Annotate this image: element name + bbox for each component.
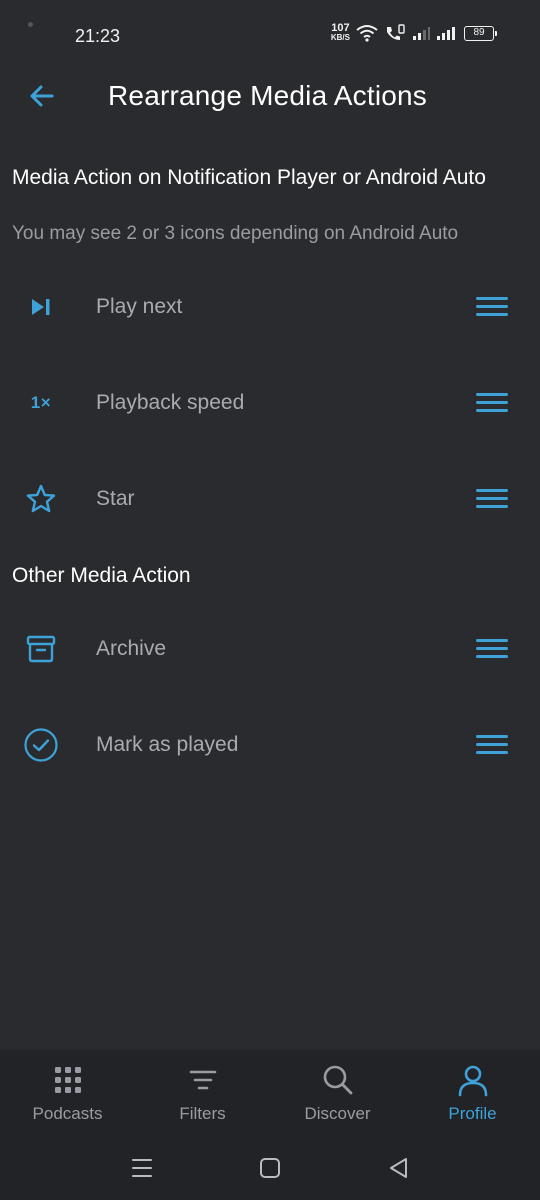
person-icon [458,1065,487,1097]
nav-label: Profile [448,1104,497,1123]
arrow-left-icon [30,85,54,107]
media-action-row-star[interactable]: Star [0,463,540,535]
volte-call-icon [387,24,405,40]
signal-strong-icon [437,27,455,40]
search-icon [323,1065,352,1095]
recent-apps-icon[interactable] [128,1156,156,1180]
media-action-label: Mark as played [96,733,239,756]
system-nav-bar [0,1140,540,1200]
nav-item-filters[interactable]: Filters [135,1050,270,1140]
network-speed-unit: KB/S [330,33,350,42]
status-time: 21:23 [75,26,121,46]
play-next-icon [22,289,60,325]
nav-label: Discover [304,1104,371,1123]
media-action-row-playback-speed[interactable]: 1× Playback speed [0,367,540,439]
app-header: Rearrange Media Actions [0,72,540,124]
media-action-label: Playback speed [96,391,245,414]
bottom-nav: Podcasts Filters Discover Profile [0,1050,540,1140]
media-action-label: Star [96,487,135,510]
battery-indicator: 89 [464,25,497,41]
screen: 21:23 107 KB/S 89 Rearrange Media Action… [0,0,540,1200]
media-action-label: Play next [96,295,183,318]
playback-speed-icon-text: 1× [30,393,52,412]
section-subtitle-notification: You may see 2 or 3 icons depending on An… [12,223,459,244]
grid-icon [54,1067,81,1093]
wifi-icon [356,25,378,42]
page-title: Rearrange Media Actions [108,80,427,111]
media-action-row-mark-as-played[interactable]: Mark as played [0,709,540,781]
nav-item-profile[interactable]: Profile [405,1050,540,1140]
playback-speed-icon: 1× [22,385,60,421]
status-icons: 107 KB/S 89 [330,22,497,43]
network-speed: 107 KB/S [330,22,350,43]
status-dot [28,22,33,27]
home-icon[interactable] [256,1156,284,1180]
network-speed-value: 107 [331,22,350,34]
star-icon [22,481,60,517]
status-bar: 21:23 107 KB/S 89 [0,0,540,72]
drag-handle[interactable] [476,297,508,317]
section-title-notification: Media Action on Notification Player or A… [12,166,486,189]
drag-handle[interactable] [476,489,508,509]
media-action-label: Archive [96,637,167,660]
filter-icon [189,1070,216,1090]
media-action-row-play-next[interactable]: Play next [0,271,540,343]
drag-handle[interactable] [476,735,508,755]
archive-icon [22,631,60,667]
nav-item-podcasts[interactable]: Podcasts [0,1050,135,1140]
nav-item-discover[interactable]: Discover [270,1050,405,1140]
back-nav-icon[interactable] [385,1156,413,1180]
check-circle-icon [22,727,60,763]
section-title-other: Other Media Action [12,564,191,587]
back-button[interactable] [24,78,60,114]
media-action-row-archive[interactable]: Archive [0,613,540,685]
drag-handle[interactable] [476,393,508,413]
drag-handle[interactable] [476,639,508,659]
nav-label: Podcasts [32,1104,103,1123]
signal-weak-icon [413,27,430,40]
nav-label: Filters [179,1104,226,1123]
